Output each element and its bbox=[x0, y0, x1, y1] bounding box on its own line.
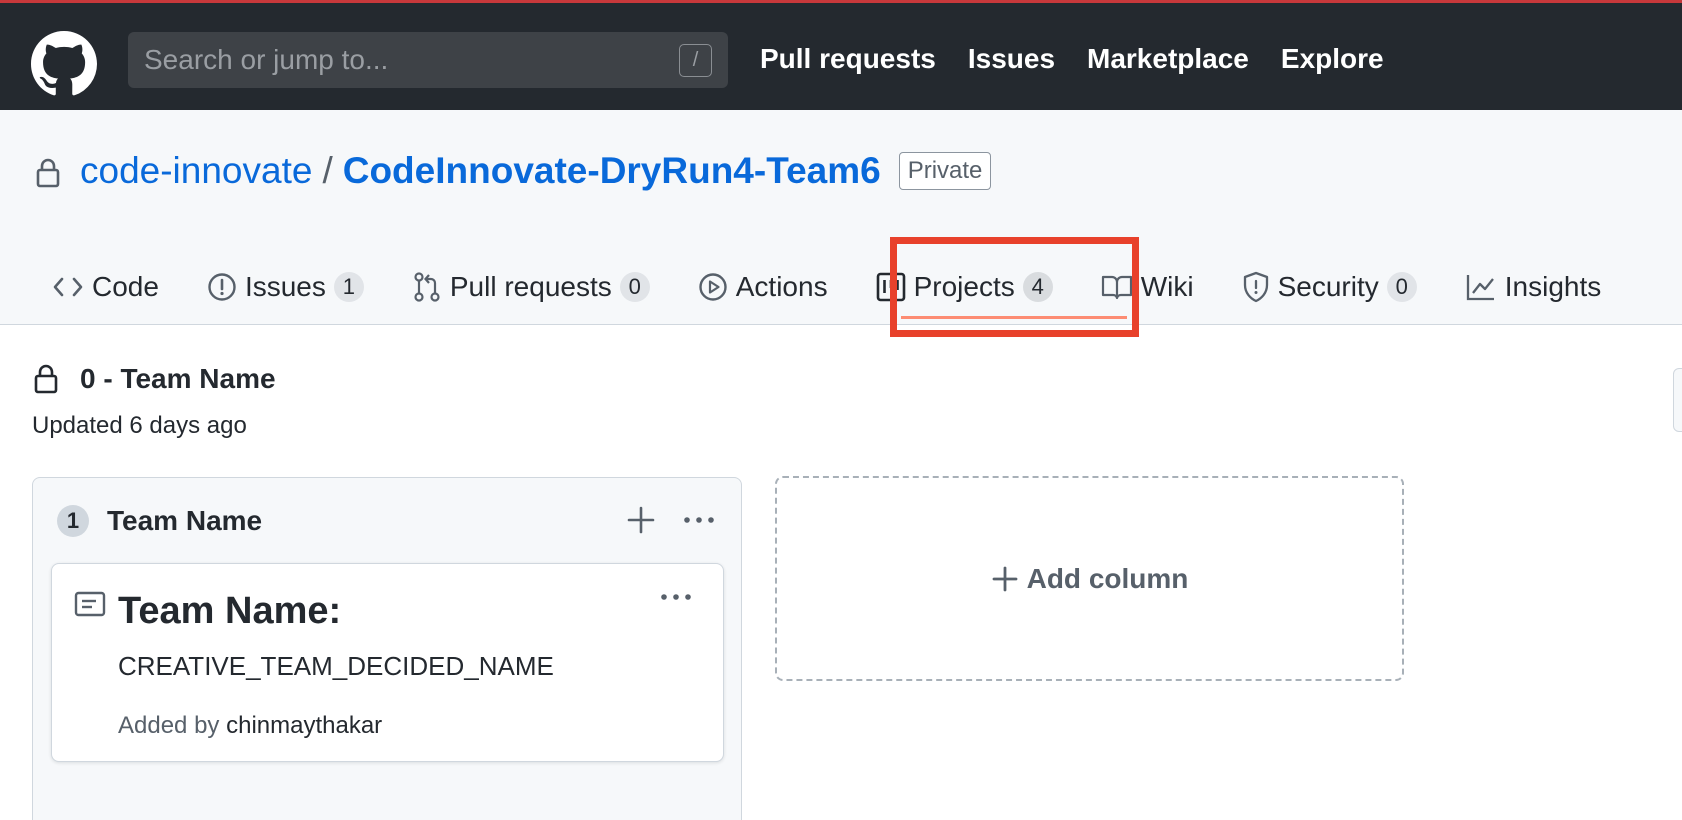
nav-pull-requests[interactable]: Pull requests bbox=[760, 43, 936, 75]
tab-code[interactable]: Code bbox=[52, 262, 159, 312]
project-icon bbox=[876, 272, 905, 302]
repo-title: code-innovate / CodeInnovate-DryRun4-Tea… bbox=[80, 150, 992, 192]
kebab-horizontal-icon[interactable] bbox=[656, 582, 696, 612]
nav-explore[interactable]: Explore bbox=[1281, 43, 1384, 75]
project-title: 0 - Team Name bbox=[80, 363, 276, 394]
lock-icon bbox=[34, 364, 58, 394]
add-card-icon[interactable] bbox=[623, 500, 659, 540]
card-body: CREATIVE_TEAM_DECIDED_NAME bbox=[118, 651, 554, 681]
book-icon bbox=[1101, 275, 1132, 300]
tab-label: Wiki bbox=[1140, 271, 1194, 302]
tab-actions[interactable]: Actions bbox=[698, 262, 828, 312]
nav-issues[interactable]: Issues bbox=[968, 43, 1055, 75]
git-pull-request-icon bbox=[414, 272, 440, 302]
project-card[interactable]: Team Name: CREATIVE_TEAM_DECIDED_NAME Ad… bbox=[51, 563, 724, 762]
tab-label: Security bbox=[1277, 271, 1379, 302]
graph-icon bbox=[1466, 275, 1494, 301]
tab-counter: 0 bbox=[1386, 272, 1417, 302]
tab-counter: 4 bbox=[1022, 272, 1053, 302]
tab-pull-requests[interactable]: Pull requests 0 bbox=[412, 262, 650, 312]
column-card-count: 1 bbox=[57, 505, 89, 537]
repo-header: code-innovate / CodeInnovate-DryRun4-Tea… bbox=[0, 110, 1682, 325]
tab-label: Insights bbox=[1504, 271, 1602, 302]
global-nav: Pull requests Issues Marketplace Explore bbox=[760, 43, 1384, 75]
tab-projects[interactable]: Projects 4 bbox=[876, 262, 1053, 312]
play-icon bbox=[699, 273, 727, 301]
card-heading: Team Name: bbox=[118, 590, 342, 632]
tab-counter: 0 bbox=[619, 272, 650, 302]
tab-issues[interactable]: Issues 1 bbox=[207, 262, 364, 312]
tab-label: Projects bbox=[913, 271, 1015, 302]
card-added-by: Added by chinmaythakar bbox=[118, 712, 382, 740]
search-shortcut-hint: / bbox=[679, 44, 712, 77]
added-by-user-link[interactable]: chinmaythakar bbox=[226, 712, 382, 739]
tab-label: Pull requests bbox=[449, 271, 612, 302]
code-icon bbox=[53, 277, 83, 297]
global-header: / Pull requests Issues Marketplace Explo… bbox=[0, 0, 1682, 110]
lock-icon bbox=[36, 158, 60, 188]
issue-opened-icon bbox=[208, 273, 236, 301]
tab-security[interactable]: Security 0 bbox=[1242, 262, 1417, 312]
repo-path-separator: / bbox=[322, 150, 333, 191]
repo-name-link[interactable]: CodeInnovate-DryRun4-Team6 bbox=[343, 150, 881, 192]
search-input[interactable] bbox=[128, 32, 668, 88]
project-column: 1 Team Name Team Name: CREATIVE_TEAM_DEC… bbox=[32, 477, 742, 820]
visibility-badge: Private bbox=[898, 152, 992, 190]
added-by-label: Added by bbox=[118, 712, 220, 739]
column-name: Team Name bbox=[107, 505, 263, 536]
shield-icon bbox=[1243, 271, 1268, 303]
github-logo-icon[interactable] bbox=[31, 31, 97, 97]
kebab-horizontal-icon[interactable] bbox=[679, 500, 719, 540]
project-menu-button[interactable] bbox=[1673, 368, 1682, 432]
selected-tab-underline bbox=[901, 316, 1127, 319]
global-search: / bbox=[128, 32, 728, 88]
add-column-button[interactable]: Add column bbox=[775, 476, 1404, 681]
add-column-label-group: Add column bbox=[991, 562, 1189, 595]
tab-wiki[interactable]: Wiki bbox=[1101, 262, 1194, 312]
nav-marketplace[interactable]: Marketplace bbox=[1087, 43, 1249, 75]
repo-owner-link[interactable]: code-innovate bbox=[80, 150, 312, 192]
tab-insights[interactable]: Insights bbox=[1465, 262, 1602, 312]
tab-label: Code bbox=[92, 271, 159, 302]
note-icon bbox=[74, 591, 106, 617]
repo-tabs: Code Issues 1 Pull requests 0 Actions Pr… bbox=[52, 262, 1649, 325]
add-column-label: Add column bbox=[1026, 562, 1189, 594]
project-updated-time: Updated 6 days ago bbox=[32, 412, 247, 439]
plus-icon bbox=[992, 566, 1018, 591]
tab-label: Actions bbox=[735, 271, 828, 302]
tab-counter: 1 bbox=[333, 272, 364, 302]
tab-label: Issues bbox=[244, 271, 326, 302]
